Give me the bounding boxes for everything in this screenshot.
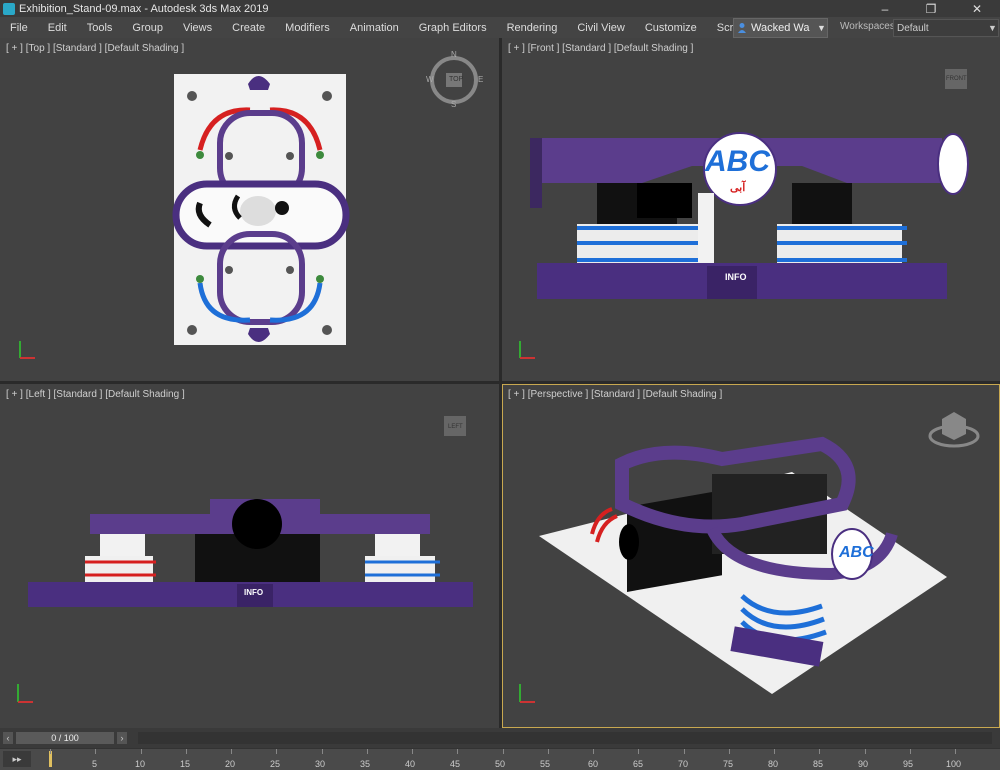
close-button[interactable]: ✕: [954, 0, 1000, 17]
tick-label: 80: [768, 759, 779, 769]
user-icon: [738, 23, 746, 33]
menu-file[interactable]: File: [0, 22, 38, 34]
tick-mark: [231, 749, 232, 754]
tick-mark: [457, 749, 459, 754]
compass-n: N: [451, 50, 457, 59]
logo-subtext: آبی: [730, 182, 746, 194]
menu-customize[interactable]: Customize: [635, 22, 707, 34]
compass-w: W: [426, 75, 434, 84]
app-icon: [3, 2, 15, 15]
left-view-scene: [17, 416, 473, 703]
track-bar-handle[interactable]: ▸▸: [3, 751, 31, 767]
tick-label: 5: [92, 759, 98, 769]
tick-label: 95: [903, 759, 914, 769]
tick-label: 45: [450, 759, 461, 769]
tick-mark: [593, 749, 594, 754]
tick-label: 25: [270, 759, 281, 769]
tick-mark: [412, 749, 413, 754]
tick-mark: [50, 749, 51, 754]
tick-mark: [547, 749, 549, 754]
user-account-dropdown[interactable]: Wacked Wa ▼: [733, 18, 828, 38]
tick-mark: [502, 749, 504, 754]
menu-rendering[interactable]: Rendering: [497, 22, 568, 34]
chevron-right-icon[interactable]: ›: [117, 732, 127, 744]
viewport-left[interactable]: [ + ] [Left ] [Standard ] [Default Shadi…: [0, 384, 499, 728]
workspace-value: Default: [897, 22, 929, 34]
menu-views[interactable]: Views: [173, 22, 222, 34]
tick-label: 65: [633, 759, 644, 769]
front-view-scene: [519, 69, 969, 359]
workspaces-label: Workspaces:: [840, 21, 898, 32]
perspective-view-scene: [519, 412, 980, 703]
tick-label: 50: [495, 759, 506, 769]
info-sign: INFO: [725, 272, 747, 282]
tick-mark: [774, 749, 775, 754]
tick-mark: [819, 749, 821, 754]
tick-mark: [276, 749, 278, 754]
chevron-down-icon: ▼: [817, 23, 826, 33]
top-view-scene: [19, 56, 478, 359]
tick-mark: [366, 749, 368, 754]
maximize-button[interactable]: ❐: [908, 0, 954, 17]
tick-label: 90: [858, 759, 869, 769]
window-controls: – ❐ ✕: [862, 0, 1000, 17]
user-name: Wacked Wa: [751, 22, 810, 34]
compass-s: S: [451, 100, 457, 109]
tick-mark: [185, 749, 187, 754]
menu-civil-view[interactable]: Civil View: [567, 22, 634, 34]
chevron-down-icon: ▼: [988, 23, 997, 33]
tick-label: 30: [315, 759, 326, 769]
tick-mark: [140, 749, 142, 754]
view-cube-label[interactable]: LEFT: [448, 424, 463, 430]
workspace-dropdown[interactable]: Default ▼: [893, 19, 999, 37]
info-sign: INFO: [244, 588, 264, 597]
viewport-divider-horizontal[interactable]: [0, 381, 1000, 384]
tick-label: 10: [135, 759, 146, 769]
title-bar: Exhibition_Stand-09.max - Autodesk 3ds M…: [0, 0, 1000, 17]
menu-edit[interactable]: Edit: [38, 22, 77, 34]
tick-mark: [321, 749, 323, 754]
time-track[interactable]: [138, 732, 992, 744]
tick-label: 55: [540, 759, 551, 769]
menu-create[interactable]: Create: [222, 22, 275, 34]
tick-label: 40: [405, 759, 416, 769]
menu-tools[interactable]: Tools: [77, 22, 123, 34]
tick-mark: [728, 749, 730, 754]
tick-label: 20: [225, 759, 236, 769]
tick-label: 35: [360, 759, 371, 769]
time-slider[interactable]: 0 / 100: [16, 732, 114, 744]
menu-modifiers[interactable]: Modifiers: [275, 22, 340, 34]
view-cube-label[interactable]: TOP: [449, 76, 463, 83]
logo-text: ABC: [839, 544, 874, 561]
menu-animation[interactable]: Animation: [340, 22, 409, 34]
tick-mark: [683, 749, 685, 754]
tick-label: 60: [588, 759, 599, 769]
tick-mark: [95, 749, 97, 754]
viewport-front[interactable]: [ + ] [Front ] [Standard ] [Default Shad…: [502, 38, 1000, 381]
viewport-perspective[interactable]: [ + ] [Perspective ] [Standard ] [Defaul…: [502, 384, 1000, 728]
logo-text: ABC: [705, 145, 770, 178]
minimize-button[interactable]: –: [862, 0, 908, 17]
tick-mark: [864, 749, 866, 754]
tick-label: 70: [678, 759, 689, 769]
tick-mark: [638, 749, 640, 754]
time-slider-bar: ‹ 0 / 100 ›: [0, 728, 1000, 748]
tick-mark: [955, 749, 956, 754]
compass-e: E: [478, 75, 484, 84]
view-cube-label[interactable]: FRONT: [946, 76, 967, 82]
tick-label: 100: [946, 759, 962, 769]
viewport-top[interactable]: [ + ] [Top ] [Standard ] [Default Shadin…: [0, 38, 499, 381]
menu-graph-editors[interactable]: Graph Editors: [409, 22, 497, 34]
tick-label: 75: [723, 759, 734, 769]
tick-label: 15: [180, 759, 191, 769]
tick-mark: [909, 749, 911, 754]
chevron-left-icon[interactable]: ‹: [3, 732, 13, 744]
tick-label: 85: [813, 759, 824, 769]
menu-group[interactable]: Group: [122, 22, 173, 34]
track-bar[interactable]: ▸▸ 5 10 15 20 25 30 35 40 45 50 55 60 65…: [0, 748, 1000, 770]
window-title: Exhibition_Stand-09.max - Autodesk 3ds M…: [19, 2, 269, 15]
